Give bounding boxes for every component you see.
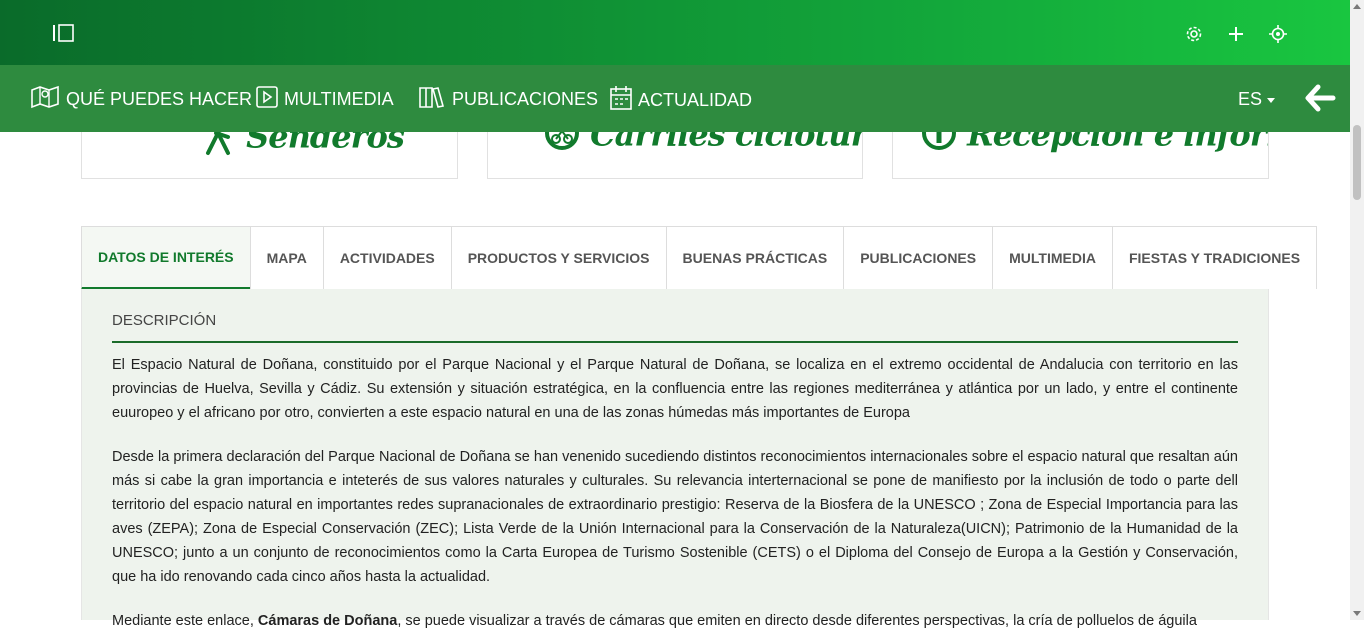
tab-mapa[interactable]: MAPA — [249, 226, 324, 289]
map-icon — [30, 85, 60, 114]
nav-label: ACTUALIDAD — [638, 90, 753, 110]
nav-multimedia[interactable]: MULTIMEDIA — [256, 85, 394, 114]
camaras-donana-link[interactable]: Cámaras de Doñana — [258, 613, 397, 629]
location-target-icon[interactable] — [1266, 22, 1290, 46]
paragraph-suffix: , se puede visualizar a través de cámara… — [397, 613, 1197, 629]
tab-fiestas-tradiciones[interactable]: FIESTAS Y TRADICIONES — [1111, 226, 1318, 289]
tab-actividades[interactable]: ACTIVIDADES — [322, 226, 452, 289]
language-select[interactable]: ES — [1238, 89, 1275, 110]
calendar-icon — [610, 85, 632, 116]
settings-icon[interactable] — [1182, 22, 1206, 46]
tab-productos-servicios[interactable]: PRODUCTOS Y SERVICIOS — [450, 226, 667, 289]
description-paragraph-2: Desde la primera declaración del Parque … — [112, 449, 1238, 585]
section-title: DESCRIPCIÓN — [112, 312, 217, 329]
tab-panel: DESCRIPCIÓN El Espacio Natural de Doñana… — [81, 289, 1269, 629]
video-icon — [256, 85, 278, 114]
tab-datos-de-interes[interactable]: DATOS DE INTERÉS — [81, 226, 251, 290]
tab-multimedia[interactable]: MULTIMEDIA — [992, 226, 1113, 289]
scrollbar-thumb[interactable] — [1353, 125, 1361, 200]
plus-icon[interactable] — [1224, 22, 1248, 46]
top-bar — [0, 0, 1350, 65]
section-divider — [112, 341, 1238, 343]
sidebar-toggle-icon[interactable] — [52, 24, 74, 42]
main-nav: QUÉ PUEDES HACER MULTIMEDIA PUBLICACIONE… — [0, 65, 1350, 132]
tab-publicaciones[interactable]: PUBLICACIONES — [843, 226, 994, 289]
book-icon — [418, 85, 446, 114]
page-scrollbar[interactable] — [1350, 0, 1364, 620]
nav-label: MULTIMEDIA — [284, 89, 394, 109]
paragraph-prefix: Mediante este enlace, — [112, 613, 258, 629]
nav-label: QUÉ PUEDES HACER — [66, 89, 253, 109]
description-paragraph-3: Mediante este enlace, Cámaras de Doñana,… — [112, 609, 1238, 633]
nav-publicaciones[interactable]: PUBLICACIONES — [418, 85, 598, 114]
tab-buenas-practicas[interactable]: BUENAS PRÁCTICAS — [665, 226, 845, 289]
nav-label: PUBLICACIONES — [452, 89, 599, 109]
back-arrow-icon[interactable] — [1304, 82, 1336, 114]
scroll-up-arrow-icon[interactable] — [1353, 4, 1361, 9]
nav-que-puedes-hacer[interactable]: QUÉ PUEDES HACER — [30, 85, 252, 114]
scroll-down-arrow-icon[interactable] — [1353, 611, 1361, 616]
description-paragraph-1: El Espacio Natural de Doñana, constituid… — [112, 357, 1238, 421]
nav-actualidad[interactable]: ACTUALIDAD — [610, 85, 752, 116]
content-tabs: DATOS DE INTERÉS MAPA ACTIVIDADES PRODUC… — [81, 226, 1318, 290]
